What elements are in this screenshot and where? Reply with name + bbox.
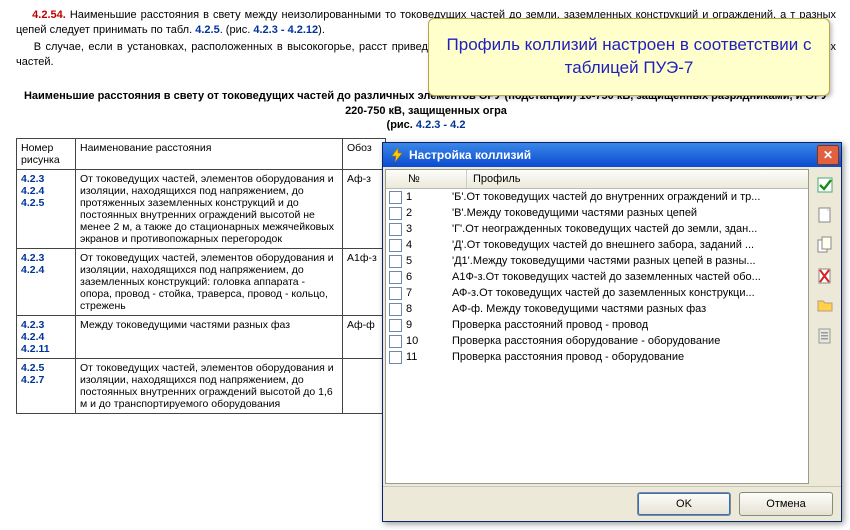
close-icon: ✕ xyxy=(823,148,833,162)
row-symbol: Aф-ф xyxy=(343,316,386,359)
row-checkbox[interactable] xyxy=(386,207,404,220)
row-number: 3 xyxy=(404,223,446,235)
row-profile: АФ-ф. Между токоведущими частями разных … xyxy=(446,303,808,315)
row-profile: 'Г'.От неогражденных токоведущих частей … xyxy=(446,223,808,235)
row-number: 8 xyxy=(404,303,446,315)
row-profile: А1Ф-з.От токоведущих частей до заземленн… xyxy=(446,271,808,283)
list-item[interactable]: 7АФ-з.От токоведущих частей до заземленн… xyxy=(386,285,808,301)
cancel-button[interactable]: Отмена xyxy=(739,492,833,516)
table-header-row: Номер рисунка Наименование расстояния Об… xyxy=(17,139,386,170)
profiles-list[interactable]: № Профиль 1'Б'.От токоведущих частей до … xyxy=(385,169,809,484)
row-number: 1 xyxy=(404,191,446,203)
row-profile: 'Д'.От токоведущих частей до внешнего за… xyxy=(446,239,808,251)
row-text: От токоведущих частей, элементов оборудо… xyxy=(76,359,343,414)
callout-text: Профиль коллизий настроен в соответствии… xyxy=(429,34,829,80)
list-item[interactable]: 11Проверка расстояния провод - оборудова… xyxy=(386,349,808,365)
bolt-icon xyxy=(389,147,405,163)
folder-icon xyxy=(816,296,834,314)
collision-settings-dialog: Настройка коллизий ✕ № Профиль 1'Б'.От т… xyxy=(382,142,842,522)
fig-refs: 4.2.3 4.2.4 4.2.5 xyxy=(17,170,76,249)
list-item[interactable]: 5'Д1'.Между токоведущими частями разных … xyxy=(386,253,808,269)
dialog-titlebar[interactable]: Настройка коллизий ✕ xyxy=(383,143,841,167)
list-item[interactable]: 4'Д'.От токоведущих частей до внешнего з… xyxy=(386,237,808,253)
folder-button[interactable] xyxy=(813,293,837,317)
list-item[interactable]: 1'Б'.От токоведущих частей до внутренних… xyxy=(386,189,808,205)
row-checkbox[interactable] xyxy=(386,335,404,348)
row-number: 5 xyxy=(404,255,446,267)
row-profile: 'В'.Между токоведущими частями разных це… xyxy=(446,207,808,219)
copy-icon xyxy=(816,236,834,254)
row-checkbox[interactable] xyxy=(386,351,404,364)
row-checkbox[interactable] xyxy=(386,287,404,300)
check-icon xyxy=(816,176,834,194)
check-all-button[interactable] xyxy=(813,173,837,197)
close-button[interactable]: ✕ xyxy=(817,145,839,165)
clause-number: 4.2.54. xyxy=(32,9,66,21)
row-checkbox[interactable] xyxy=(386,255,404,268)
list-item[interactable]: 3'Г'.От неогражденных токоведущих частей… xyxy=(386,221,808,237)
fig-refs: 4.2.3 4.2.4 4.2.11 xyxy=(17,316,76,359)
col-number-header[interactable]: № xyxy=(386,170,467,188)
row-profile: АФ-з.От токоведущих частей до заземленны… xyxy=(446,287,808,299)
new-icon xyxy=(816,206,834,224)
row-number: 4 xyxy=(404,239,446,251)
list-item[interactable]: 6А1Ф-з.От токоведущих частей до заземлен… xyxy=(386,269,808,285)
row-checkbox[interactable] xyxy=(386,271,404,284)
list-item[interactable]: 8АФ-ф. Между токоведущими частями разных… xyxy=(386,301,808,317)
ok-button[interactable]: OK xyxy=(637,492,731,516)
row-checkbox[interactable] xyxy=(386,223,404,236)
fig-refs: 4.2.5 4.2.7 xyxy=(17,359,76,414)
row-symbol: A1ф-з xyxy=(343,249,386,316)
list-header[interactable]: № Профиль xyxy=(386,170,808,189)
row-text: От токоведущих частей, элементов оборудо… xyxy=(76,249,343,316)
row-number: 7 xyxy=(404,287,446,299)
table-row: 4.2.3 4.2.4 4.2.5 От токоведущих частей,… xyxy=(17,170,386,249)
list-item[interactable]: 10Проверка расстояния оборудование - обо… xyxy=(386,333,808,349)
row-number: 2 xyxy=(404,207,446,219)
row-profile: Проверка расстояния провод - оборудовани… xyxy=(446,351,808,363)
row-checkbox[interactable] xyxy=(386,303,404,316)
info-callout: Профиль коллизий настроен в соответствии… xyxy=(428,18,830,96)
row-profile: Проверка расстояния оборудование - обору… xyxy=(446,335,808,347)
row-checkbox[interactable] xyxy=(386,239,404,252)
col-header: Номер рисунка xyxy=(17,139,76,170)
row-number: 11 xyxy=(404,351,446,363)
fig-refs: 4.2.3 4.2.4 xyxy=(17,249,76,316)
config-icon xyxy=(816,326,834,344)
row-symbol: Aф-з xyxy=(343,170,386,249)
col-header: Обоз xyxy=(343,139,386,170)
row-number: 6 xyxy=(404,271,446,283)
col-profile-header[interactable]: Профиль xyxy=(467,170,808,188)
row-profile: Проверка расстояний провод - провод xyxy=(446,319,808,331)
dialog-footer: OK Отмена xyxy=(383,486,841,521)
row-profile: 'Д1'.Между токоведущими частями разных ц… xyxy=(446,255,808,267)
list-item[interactable]: 9Проверка расстояний провод - провод xyxy=(386,317,808,333)
row-symbol xyxy=(343,359,386,414)
col-header: Наименование расстояния xyxy=(76,139,343,170)
row-text: От токоведущих частей, элементов оборудо… xyxy=(76,170,343,249)
row-checkbox[interactable] xyxy=(386,319,404,332)
row-checkbox[interactable] xyxy=(386,191,404,204)
config-button[interactable] xyxy=(813,323,837,347)
table-row: 4.2.3 4.2.4 От токоведущих частей, элеме… xyxy=(17,249,386,316)
dialog-title: Настройка коллизий xyxy=(409,148,531,162)
new-button[interactable] xyxy=(813,203,837,227)
copy-button[interactable] xyxy=(813,233,837,257)
row-number: 10 xyxy=(404,335,446,347)
standards-table: Номер рисунка Наименование расстояния Об… xyxy=(16,138,386,414)
table-row: 4.2.3 4.2.4 4.2.11 Между токоведущими ча… xyxy=(17,316,386,359)
row-number: 9 xyxy=(404,319,446,331)
delete-button[interactable] xyxy=(813,263,837,287)
delete-icon xyxy=(816,266,834,284)
table-row: 4.2.5 4.2.7 От токоведущих частей, элеме… xyxy=(17,359,386,414)
list-item[interactable]: 2'В'.Между токоведущими частями разных ц… xyxy=(386,205,808,221)
row-profile: 'Б'.От токоведущих частей до внутренних … xyxy=(446,191,808,203)
row-text: Между токоведущими частями разных фаз xyxy=(76,316,343,359)
dialog-toolbar xyxy=(811,169,839,484)
